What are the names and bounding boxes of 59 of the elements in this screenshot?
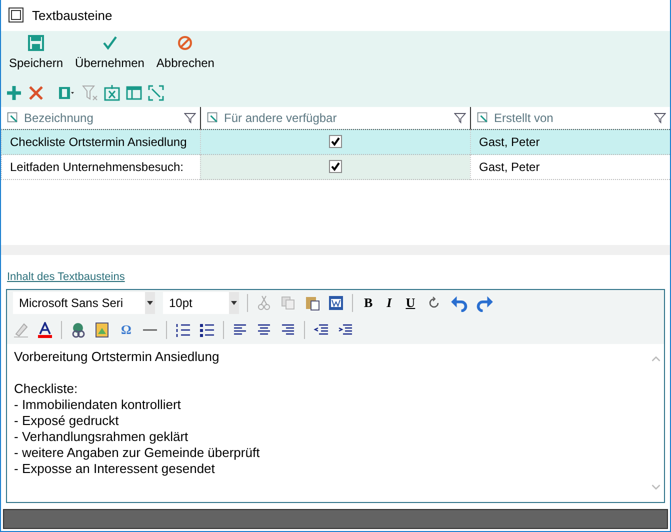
numbered-list-icon — [175, 322, 192, 338]
font-color-icon — [37, 322, 53, 338]
copy-icon — [280, 295, 296, 312]
underline-button[interactable]: U — [402, 295, 418, 312]
scroll-up-icon — [650, 354, 660, 364]
font-dropdown[interactable]: Microsoft Sans Seri — [13, 292, 155, 314]
fit-button[interactable] — [148, 84, 164, 101]
image-icon — [94, 322, 110, 338]
apply-button[interactable]: Übernehmen — [75, 34, 144, 79]
editor-text[interactable]: Vorbereitung Ortstermin Ansiedlung Checkliste: - Immobiliendaten kontrolliert - Exposé gedruckt - Verhandlungsrahmen geklärt - weitere Angaben zur Gemeinde überprüft - Exposse an Interessent gesendet — [7, 344, 647, 502]
bold-button[interactable]: B — [361, 295, 376, 312]
word-icon — [328, 295, 344, 312]
paste-icon — [304, 295, 320, 312]
window-icon — [8, 7, 24, 24]
check-icon — [102, 34, 118, 51]
column-icon — [7, 112, 19, 124]
funnel-icon — [82, 84, 98, 101]
window-title: Textbausteine — [32, 8, 112, 23]
delete-button[interactable] — [28, 84, 44, 101]
plus-icon — [6, 84, 22, 101]
table-cell: Checkliste Ortstermin Ansiedlung — [1, 128, 200, 155]
filter-icon — [654, 112, 666, 124]
caret-icon — [231, 301, 237, 306]
layout-button[interactable] — [126, 84, 142, 101]
filter-icon — [184, 112, 196, 124]
columns-icon — [56, 84, 76, 101]
close-icon — [28, 84, 44, 101]
cancel-button[interactable]: Abbrechen — [156, 34, 214, 79]
scroll-down-icon — [650, 482, 660, 492]
bullet-list-icon — [199, 322, 216, 338]
cut-icon — [256, 295, 272, 312]
size-dropdown[interactable]: 10pt — [163, 292, 239, 314]
link-icon — [70, 322, 86, 338]
undo-icon — [450, 294, 468, 312]
cancel-icon — [177, 34, 194, 51]
column-icon — [477, 112, 489, 124]
table-cell: Gast, Peter — [470, 154, 670, 180]
symbol-button[interactable]: Ω — [118, 322, 134, 338]
filter-icon — [454, 112, 466, 124]
expand-icon — [148, 84, 164, 101]
add-button[interactable] — [6, 84, 22, 101]
checkbox[interactable] — [329, 135, 342, 148]
table-icon — [126, 84, 142, 101]
table-cell: Leitfaden Unternehmensbesuch: — [1, 154, 200, 180]
export-button[interactable] — [104, 84, 120, 101]
checkbox[interactable] — [329, 160, 342, 174]
save-icon — [28, 34, 44, 51]
content-link[interactable]: Inhalt des Textbausteins — [7, 270, 125, 283]
horizontal-line-icon — [142, 329, 158, 332]
italic-button[interactable]: I — [384, 295, 395, 312]
clear-filter-button[interactable] — [82, 84, 98, 101]
save-button[interactable]: Speichern — [9, 34, 64, 79]
table-cell: Gast, Peter — [470, 128, 670, 155]
column-icon — [207, 112, 219, 124]
redo-icon — [476, 294, 494, 312]
export-icon — [104, 84, 120, 101]
columns-button[interactable] — [56, 84, 76, 101]
pencil-icon — [13, 322, 29, 338]
caret-icon — [147, 301, 153, 306]
